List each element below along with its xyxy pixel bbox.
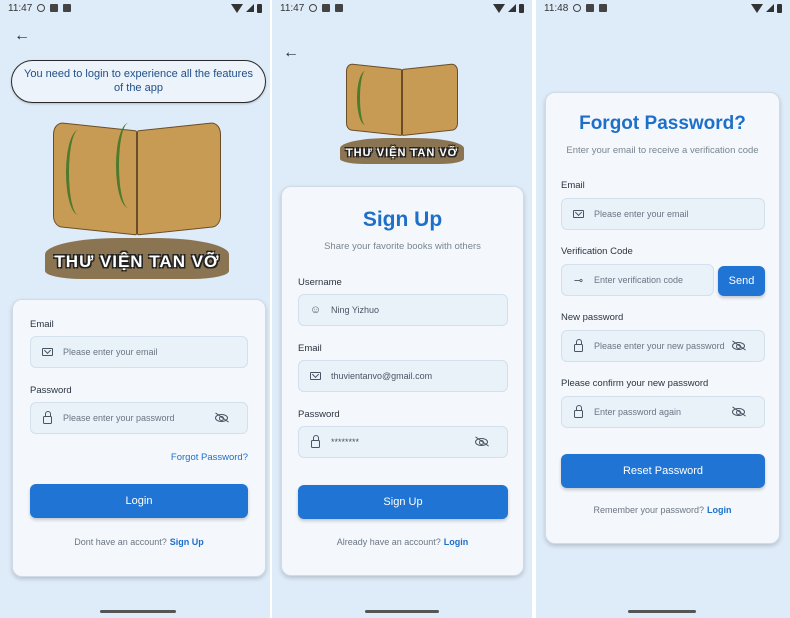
forgot-password-link[interactable]: Forgot Password?: [171, 452, 248, 463]
forgot-password-card: Forgot Password? Enter your email to rec…: [545, 92, 780, 544]
login-prompt: Already have an account? Login: [282, 537, 523, 547]
verification-code-label: Verification Code: [561, 246, 633, 257]
login-button[interactable]: Login: [30, 484, 248, 518]
signal-icon: [766, 4, 774, 12]
login-prompt: Remember your password? Login: [546, 505, 779, 515]
page-subtitle: Enter your email to receive a verificati…: [566, 145, 759, 156]
home-indicator[interactable]: [365, 610, 439, 613]
confirm-password-field[interactable]: Enter password again: [561, 396, 765, 428]
lock-icon: [309, 435, 322, 449]
email-placeholder: Please enter your email: [63, 347, 158, 357]
verification-code-placeholder: Enter verification code: [594, 275, 684, 285]
eye-off-icon[interactable]: [732, 406, 745, 419]
password-label: Password: [298, 409, 340, 420]
battery-icon: [519, 3, 524, 13]
password-label: Password: [30, 385, 72, 396]
email-placeholder: Please enter your email: [594, 209, 689, 219]
signal-icon: [508, 4, 516, 12]
status-time: 11:48: [544, 2, 569, 14]
new-password-placeholder: Please enter your new password: [594, 341, 725, 351]
signup-prompt-text: Dont have an account?: [74, 537, 167, 547]
login-prompt-text: Already have an account?: [336, 537, 441, 547]
status-time: 11:47: [8, 2, 33, 14]
user-icon: ☺: [309, 304, 322, 316]
mail-icon: [309, 370, 322, 383]
home-indicator[interactable]: [628, 610, 696, 613]
lock-icon: [572, 405, 585, 419]
wifi-icon: [493, 3, 505, 13]
app-logo: THƯ VIỆN TAN VỠ: [32, 116, 242, 286]
eye-off-icon[interactable]: [215, 412, 228, 425]
page-title: Forgot Password?: [579, 113, 746, 134]
email-label: Email: [561, 180, 585, 191]
email-field[interactable]: Please enter your email: [30, 336, 248, 368]
signup-card: Sign Up Share your favorite books with o…: [281, 186, 524, 576]
logo-text: THƯ VIỆN TAN VỠ: [345, 147, 459, 160]
eye-off-icon[interactable]: [475, 436, 488, 449]
login-required-banner: You need to login to experience all the …: [11, 60, 266, 103]
reset-password-button[interactable]: Reset Password: [561, 454, 765, 488]
email-label: Email: [30, 319, 54, 330]
verification-code-field[interactable]: ⊸ Enter verification code: [561, 264, 714, 296]
signup-screen: 11:47 ← THƯ VIỆN TAN VỠ Sign Up Share yo…: [272, 0, 532, 618]
username-value: Ning Yizhuo: [331, 305, 380, 315]
back-arrow-icon[interactable]: ←: [14, 28, 30, 44]
signup-button[interactable]: Sign Up: [298, 485, 508, 519]
notification-icon: [322, 4, 331, 12]
confirm-password-placeholder: Enter password again: [594, 407, 682, 417]
status-bar: 11:47: [272, 1, 532, 15]
login-link[interactable]: Login: [444, 537, 469, 547]
login-prompt-text: Remember your password?: [593, 505, 705, 515]
password-placeholder: Please enter your password: [63, 413, 175, 423]
wifi-icon: [751, 3, 763, 13]
notification-icon: [586, 4, 595, 12]
eye-off-icon[interactable]: [732, 340, 745, 353]
wifi-icon: [231, 3, 243, 13]
dnd-icon: [309, 4, 318, 12]
login-screen: 11:47 ← You need to login to experience …: [0, 0, 270, 618]
status-bar: 11:48: [536, 1, 790, 15]
forgot-password-screen: 11:48 Forgot Password? Enter your email …: [536, 0, 790, 618]
lock-icon: [572, 339, 585, 353]
mail-icon: [572, 208, 585, 221]
email-field[interactable]: thuvientanvo@gmail.com: [298, 360, 508, 392]
send-code-button[interactable]: Send: [718, 266, 765, 296]
mail-icon: [41, 346, 54, 359]
password-field[interactable]: ********: [298, 426, 508, 458]
key-icon: ⊸: [573, 274, 584, 287]
logo-text: THƯ VIỆN TAN VỠ: [54, 252, 220, 272]
signup-link[interactable]: Sign Up: [170, 537, 204, 547]
signal-icon: [246, 4, 254, 12]
confirm-password-label: Please confirm your new password: [561, 378, 709, 389]
page-subtitle: Share your favorite books with others: [324, 241, 481, 252]
dnd-icon: [37, 4, 46, 12]
sim-icon: [335, 4, 344, 12]
notification-icon: [50, 4, 59, 12]
back-arrow-icon[interactable]: ←: [283, 45, 299, 61]
sim-icon: [599, 4, 608, 12]
lock-icon: [41, 411, 54, 425]
username-label: Username: [298, 277, 342, 288]
password-field[interactable]: Please enter your password: [30, 402, 248, 434]
battery-icon: [777, 3, 782, 13]
page-title: Sign Up: [362, 208, 443, 231]
battery-icon: [257, 3, 262, 13]
email-label: Email: [298, 343, 322, 354]
password-value: ********: [331, 437, 360, 447]
new-password-label: New password: [561, 312, 624, 323]
login-link[interactable]: Login: [707, 505, 732, 515]
username-field[interactable]: ☺ Ning Yizhuo: [298, 294, 508, 326]
status-time: 11:47: [280, 2, 305, 14]
app-logo: THƯ VIỆN TAN VỠ: [332, 60, 472, 168]
email-value: thuvientanvo@gmail.com: [331, 371, 433, 381]
status-bar: 11:47: [0, 1, 270, 15]
sim-icon: [63, 4, 72, 12]
dnd-icon: [573, 4, 582, 12]
login-card: Email Please enter your email Password P…: [12, 299, 266, 577]
signup-prompt: Dont have an account? Sign Up: [13, 537, 265, 547]
email-field[interactable]: Please enter your email: [561, 198, 765, 230]
new-password-field[interactable]: Please enter your new password: [561, 330, 765, 362]
home-indicator[interactable]: [100, 610, 176, 613]
